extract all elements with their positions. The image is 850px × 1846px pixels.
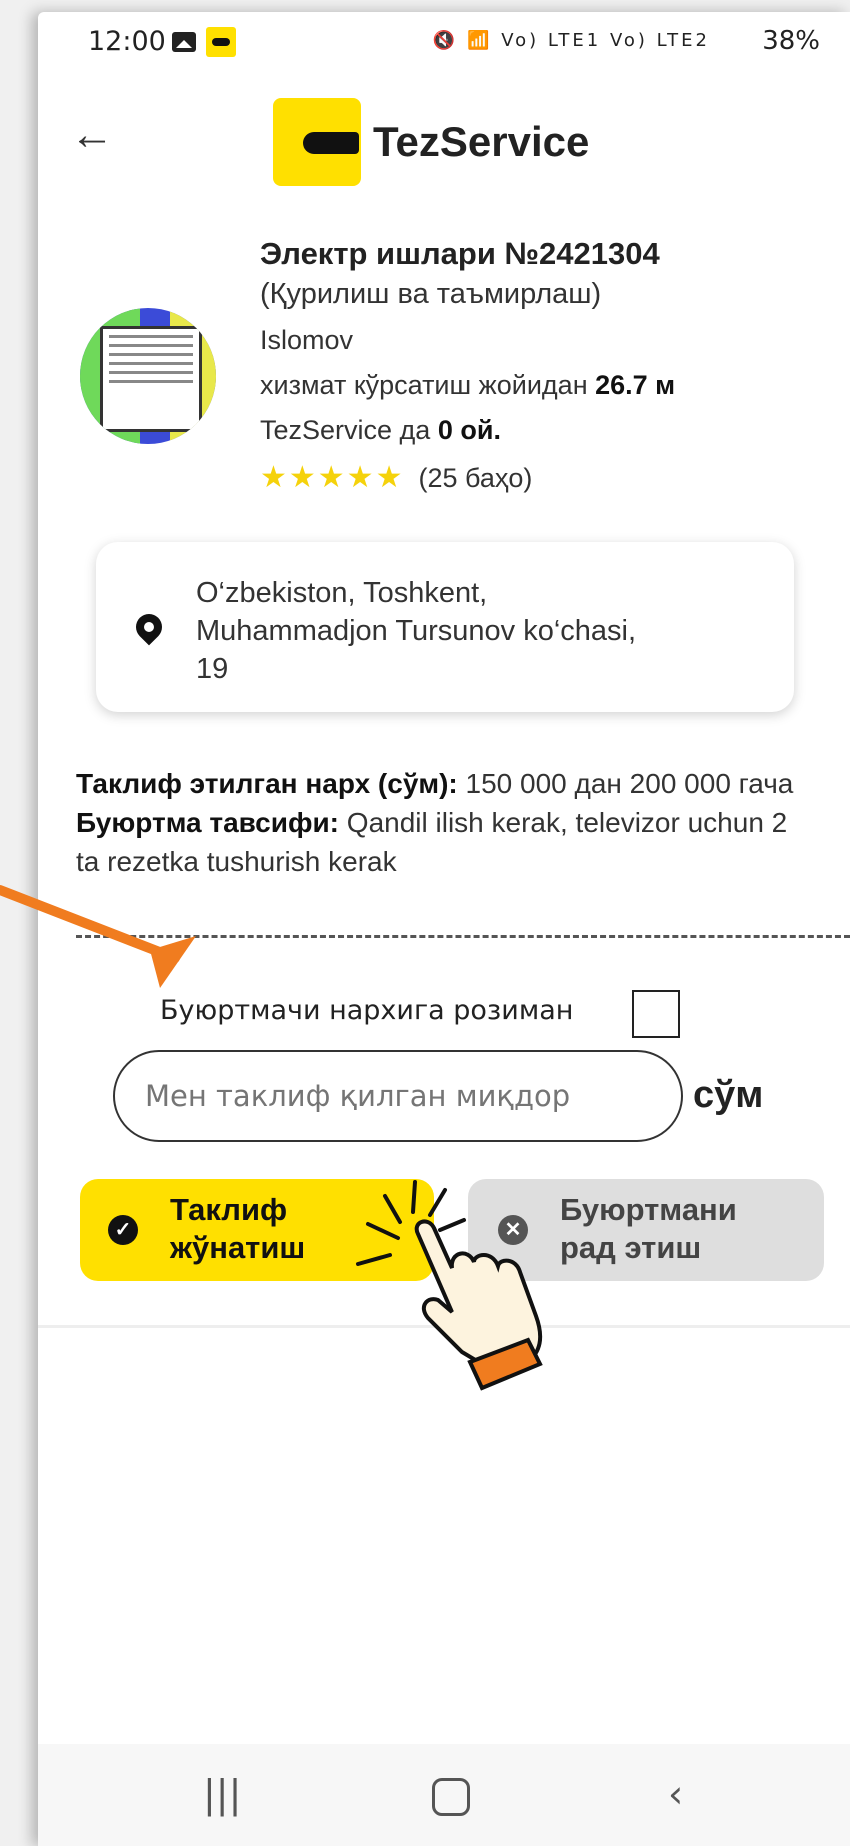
- tezservice-notification-icon: [206, 27, 236, 57]
- order-description: Буюртма тавсифи: Qandil ilish kerak, tel…: [76, 807, 788, 877]
- rating-row: ★★★★★ (25 баҳо): [260, 460, 820, 495]
- signal-icons: 🔇 📶 Vo) LTE1 Vo) LTE2: [432, 30, 710, 51]
- service-title: Электр ишлари №2421304: [260, 236, 660, 271]
- app-header: ← TezService: [38, 92, 850, 192]
- rating-count: (25 баҳо): [418, 463, 533, 493]
- agree-price-label: Буюртмачи нархига розиман: [160, 995, 574, 1026]
- service-info: Электр ишлари №2421304 (Қурилиш ва таъми…: [260, 236, 820, 495]
- service-category: (Қурилиш ва таъмирлаш): [260, 278, 602, 310]
- logo-text: TezService: [373, 118, 590, 165]
- address-text: O‘zbekiston, Toshkent, Muhammadjon Tursu…: [196, 577, 637, 685]
- agree-price-checkbox[interactable]: [632, 990, 680, 1038]
- star-rating-icon: ★★★★★: [260, 461, 405, 494]
- logo-icon: [273, 98, 361, 186]
- location-pin-icon: [130, 608, 168, 646]
- content-separator: [38, 1325, 850, 1328]
- recents-icon[interactable]: |||: [203, 1772, 241, 1816]
- send-offer-button[interactable]: ✓ Таклиф жўнатиш: [80, 1179, 434, 1281]
- service-avatar: [80, 308, 216, 444]
- order-details: Таклиф этилган нарх (сўм): 150 000 дан 2…: [76, 764, 816, 881]
- address-card: O‘zbekiston, Toshkent, Muhammadjon Tursu…: [96, 542, 794, 712]
- back-arrow-icon[interactable]: ←: [70, 110, 114, 160]
- gallery-notification-icon: [172, 32, 196, 52]
- membership-info: TezService да 0 ой.: [260, 415, 501, 445]
- status-bar: 12:00 🔇 📶 Vo) LTE1 Vo) LTE2 38%: [38, 12, 850, 82]
- offered-price: Таклиф этилган нарх (сўм): 150 000 дан 2…: [76, 768, 794, 799]
- offer-amount-input[interactable]: [113, 1050, 683, 1142]
- phone-screen: 12:00 🔇 📶 Vo) LTE1 Vo) LTE2 38% ← TezSer…: [38, 12, 850, 1846]
- check-circle-icon: ✓: [108, 1215, 138, 1245]
- customer-name: Islomov: [260, 325, 354, 355]
- nav-back-icon[interactable]: ‹: [668, 1772, 683, 1816]
- status-time: 12:00: [88, 26, 166, 57]
- reject-order-button[interactable]: ✕ Буюртмани рад этиш: [468, 1179, 824, 1281]
- divider: [76, 935, 850, 938]
- close-circle-icon: ✕: [498, 1215, 528, 1245]
- system-nav-bar: ||| ‹: [38, 1744, 850, 1846]
- home-icon[interactable]: [432, 1778, 470, 1816]
- battery-level: 38%: [762, 26, 820, 56]
- currency-label: сўм: [693, 1074, 764, 1116]
- distance-info: хизмат кўрсатиш жойидан 26.7 м: [260, 370, 676, 400]
